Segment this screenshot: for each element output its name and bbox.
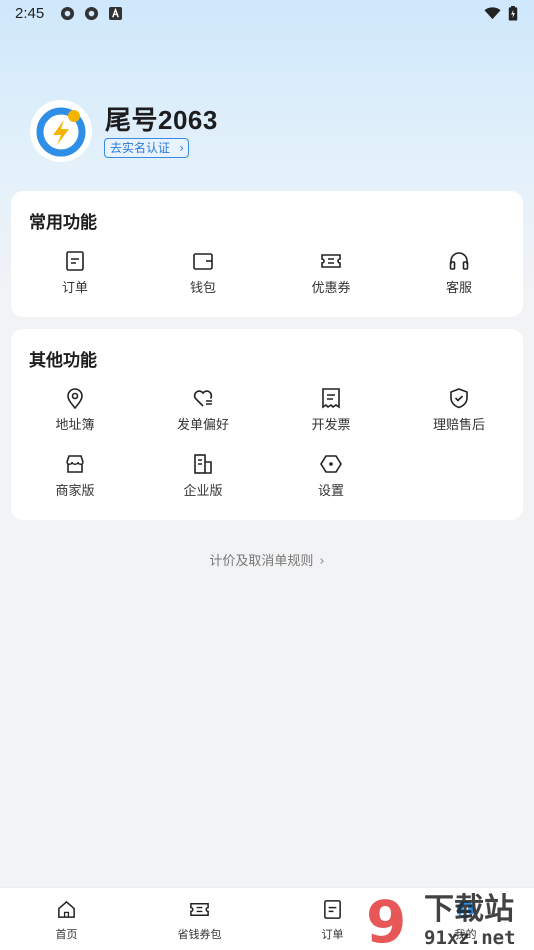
grid-item-label: 企业版	[183, 484, 223, 499]
other-functions-card: 其他功能 地址簿 发单偏好 开发票 理赔售后 商家版 企业版 设置	[11, 329, 523, 520]
status-bar: 2:45	[0, 0, 534, 28]
verify-identity-label: 去实名认证	[110, 141, 171, 155]
username: 尾号2063	[105, 105, 218, 135]
svg-text:91xz.net: 91xz.net	[424, 927, 516, 949]
grid-item-label: 发单偏好	[176, 418, 229, 433]
common-functions-card: 常用功能 订单 钱包 优惠券 客服	[11, 191, 523, 317]
font-notification-icon	[109, 7, 122, 20]
grid-item-label: 客服	[445, 281, 472, 296]
grid-item-label: 设置	[317, 484, 344, 499]
invoice-icon	[322, 388, 340, 409]
notification-app-icon	[84, 6, 99, 21]
grid-item-merchant[interactable]: 商家版	[11, 453, 139, 503]
grid-item-label: 订单	[61, 281, 88, 296]
location-pin-icon	[67, 388, 83, 409]
status-time: 2:45	[15, 5, 45, 22]
pricing-rules-link[interactable]: 计价及取消单规则 ›	[0, 550, 534, 569]
headset-icon	[449, 252, 469, 270]
store-icon	[66, 455, 84, 473]
grid-item-claims[interactable]: 理赔售后	[395, 387, 523, 437]
pricing-rules-label: 计价及取消单规则	[209, 554, 314, 569]
grid-item-invoice[interactable]: 开发票	[267, 387, 395, 437]
building-icon	[194, 454, 212, 474]
shield-check-icon	[450, 388, 468, 409]
grid-item-label: 钱包	[189, 281, 216, 296]
grid-item-enterprise[interactable]: 企业版	[139, 453, 267, 503]
verify-identity-button[interactable]: 去实名认证 ›	[104, 138, 190, 158]
watermark: 9 下载站 91xz.net	[364, 886, 534, 950]
grid-item-order[interactable]: 订单	[11, 250, 139, 300]
grid-item-address-book[interactable]: 地址簿	[11, 387, 139, 437]
grid-item-settings[interactable]: 设置	[267, 453, 395, 503]
wallet-icon	[193, 253, 213, 270]
heart-list-icon	[193, 390, 213, 407]
grid-item-label: 理赔售后	[432, 418, 485, 433]
brand-logo-icon	[30, 100, 92, 162]
grid-item-coupon[interactable]: 优惠券	[267, 250, 395, 300]
notification-app-icon	[60, 6, 75, 21]
order-icon	[324, 900, 341, 919]
grid-item-label: 地址簿	[55, 418, 95, 433]
grid-item-label: 商家版	[55, 484, 95, 499]
grid-item-label: 优惠券	[311, 281, 351, 296]
tab-home[interactable]: 首页	[0, 888, 133, 950]
wifi-icon	[484, 7, 501, 20]
tab-label: 首页	[55, 928, 78, 941]
grid-item-wallet[interactable]: 钱包	[139, 250, 267, 300]
home-icon	[58, 900, 75, 918]
svg-text:下载站: 下载站	[424, 892, 514, 927]
chevron-right-icon: ›	[179, 141, 185, 155]
svg-text:9: 9	[366, 888, 406, 950]
common-functions-title: 常用功能	[29, 213, 97, 233]
coupon-icon	[321, 254, 341, 268]
settings-hexagon-icon	[320, 455, 342, 473]
grid-item-order-preference[interactable]: 发单偏好	[139, 387, 267, 437]
tab-label: 省钱券包	[177, 928, 222, 941]
watermark-logo-icon: 9 下载站 91xz.net	[366, 888, 516, 950]
tab-coupon-pack[interactable]: 省钱券包	[133, 888, 266, 950]
coupon-icon	[190, 903, 209, 916]
grid-item-label: 开发票	[311, 418, 351, 433]
grid-item-customer-service[interactable]: 客服	[395, 250, 523, 300]
profile-header: 尾号2063 去实名认证 ›	[30, 100, 510, 162]
other-functions-title: 其他功能	[29, 351, 97, 371]
avatar[interactable]	[30, 100, 92, 162]
chevron-right-icon: ›	[319, 554, 325, 569]
battery-icon	[508, 6, 518, 21]
order-icon	[66, 251, 84, 271]
